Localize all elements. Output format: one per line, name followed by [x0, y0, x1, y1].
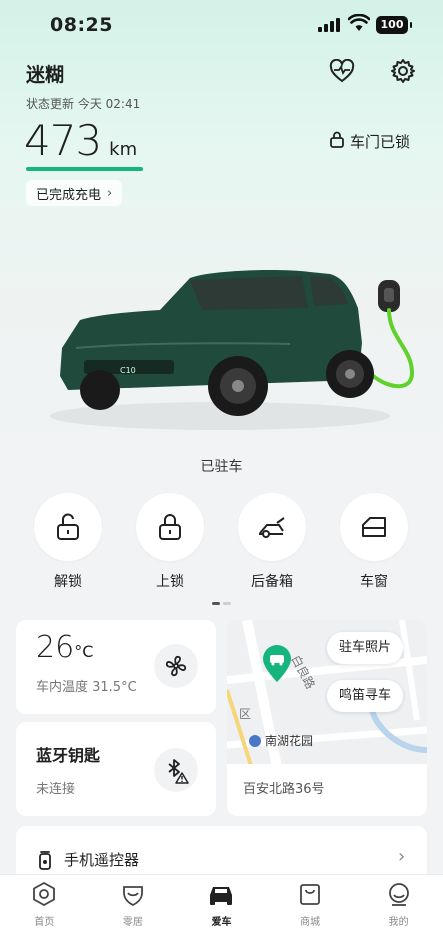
bluetooth-key-card[interactable]: 蓝牙钥匙 未连接: [16, 722, 216, 816]
phone-remote-label: 手机遥控器: [64, 851, 140, 869]
bottom-tab-bar: 首页 零居 爱车 商城 我的: [0, 874, 443, 941]
car-state: 已驻车: [200, 459, 243, 475]
profile-icon: [386, 881, 412, 911]
car-badge: C10: [120, 366, 136, 375]
car-name: 迷糊: [26, 64, 65, 86]
tab-label: 商城: [300, 917, 321, 928]
lock-icon: [136, 493, 204, 561]
tab-my-car[interactable]: 爱车: [177, 875, 266, 941]
wifi-icon: [347, 13, 371, 36]
charge-status-text: 已完成充电: [36, 187, 102, 203]
status-update-time: 状态更新 今天 02:41: [26, 97, 141, 111]
control-label: 车窗: [360, 574, 388, 590]
temperature-unit: °C: [74, 642, 94, 661]
bluetooth-status: 未连接: [36, 782, 76, 797]
shop-bag-icon: [297, 881, 323, 911]
trunk-icon: [238, 493, 306, 561]
tab-label: 我的: [388, 917, 409, 928]
car-icon: [207, 881, 235, 911]
temperature-display: 26°C: [36, 630, 93, 665]
unlock-icon: [34, 493, 102, 561]
car-illustration: C10: [40, 248, 440, 448]
control-label: 解锁: [54, 574, 82, 590]
bluetooth-title: 蓝牙钥匙: [36, 746, 101, 765]
unlock-button[interactable]: 解锁: [32, 493, 104, 591]
signal-icon: [318, 18, 340, 32]
home-icon: [31, 881, 57, 911]
temperature-value: 26: [36, 630, 75, 665]
parking-photo-button[interactable]: 驻车照片: [327, 632, 404, 664]
window-button[interactable]: 车窗: [338, 493, 410, 591]
control-label: 上锁: [156, 574, 184, 590]
status-time: 08:25: [50, 14, 113, 36]
control-label: 后备箱: [251, 574, 293, 590]
bluetooth-warning-icon[interactable]: [154, 748, 198, 792]
inside-temperature: 车内温度 31.5°C: [36, 680, 137, 695]
heart-shield-icon: [120, 881, 146, 911]
page-indicator: [212, 602, 231, 605]
car-location-pin-icon: [261, 644, 293, 688]
settings-gear-icon[interactable]: [389, 57, 417, 85]
chevron-right-icon: ›: [107, 185, 113, 201]
tab-label: 首页: [34, 917, 55, 928]
door-lock-status: 车门已锁: [330, 131, 410, 152]
tab-home[interactable]: 首页: [0, 875, 89, 941]
tab-profile[interactable]: 我的: [354, 875, 443, 941]
tab-shop[interactable]: 商城: [266, 875, 355, 941]
trunk-button[interactable]: 后备箱: [236, 493, 308, 591]
range-unit: km: [109, 139, 138, 160]
climate-card[interactable]: 26°C 车内温度 31.5°C: [16, 620, 216, 714]
vehicle-health-icon[interactable]: [328, 57, 356, 85]
honk-find-car-button[interactable]: 鸣笛寻车: [327, 680, 404, 712]
range-display: 473 km: [24, 116, 137, 165]
lock-button[interactable]: 上锁: [134, 493, 206, 591]
door-status-text: 车门已锁: [350, 133, 411, 151]
parking-address: 百安北路36号: [227, 764, 427, 816]
chevron-right-icon: ›: [398, 846, 406, 867]
poi-pin-icon: [249, 734, 261, 747]
tab-community[interactable]: 零居: [89, 875, 178, 941]
battery-level-bar: [26, 167, 143, 171]
padlock-icon: [330, 131, 344, 152]
poi-label: 南湖花园: [265, 734, 314, 748]
parking-map[interactable]: 白良路 区 南湖花园 驻车照片 鸣笛寻车 百安北路36号: [227, 620, 427, 816]
charge-status-button[interactable]: 已完成充电 ›: [26, 180, 123, 206]
map-poi: 南湖花园: [249, 732, 313, 749]
fan-icon[interactable]: [154, 644, 198, 688]
tab-label: 爱车: [211, 917, 232, 928]
range-value: 473: [24, 116, 102, 165]
phone-remote-icon: [38, 850, 52, 874]
battery-indicator: 100: [376, 16, 412, 34]
tab-label: 零居: [122, 917, 143, 928]
window-icon: [340, 493, 408, 561]
map-district-label: 区: [239, 707, 251, 721]
